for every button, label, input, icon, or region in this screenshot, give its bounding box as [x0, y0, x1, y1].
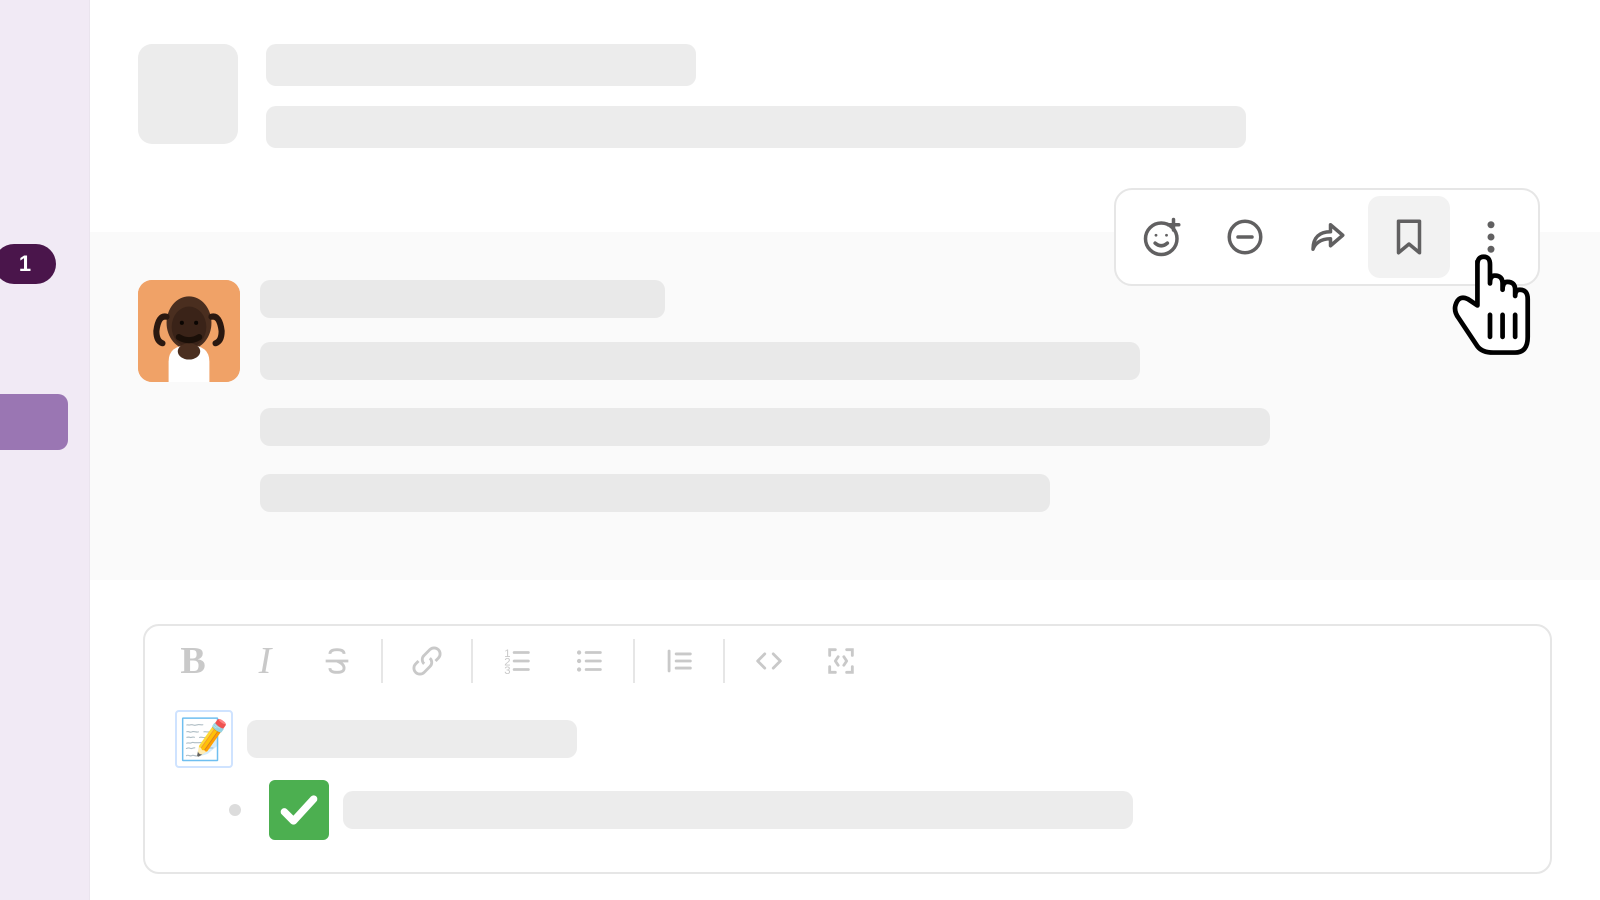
- user-avatar[interactable]: [138, 280, 240, 382]
- text-placeholder: [343, 791, 1133, 829]
- workspace-sidebar[interactable]: 1: [0, 0, 90, 900]
- text-placeholder: [266, 106, 1246, 148]
- save-bookmark-button[interactable]: [1368, 196, 1450, 278]
- notification-badge: 1: [0, 244, 56, 284]
- share-arrow-icon: [1306, 216, 1348, 258]
- speech-bubble-icon: [1224, 216, 1266, 258]
- memo-emoji-icon: 📝: [175, 710, 233, 768]
- text-placeholder: [247, 720, 577, 758]
- ordered-list-button[interactable]: 1 2 3: [481, 633, 553, 689]
- sidebar-active-item[interactable]: [0, 394, 68, 450]
- more-actions-button[interactable]: [1450, 196, 1532, 278]
- bookmark-icon: [1388, 216, 1430, 258]
- code-icon: [752, 644, 786, 678]
- text-placeholder: [260, 408, 1270, 446]
- check-emoji-icon: [269, 780, 329, 840]
- text-placeholder: [260, 280, 665, 318]
- text-placeholder: [260, 342, 1140, 380]
- link-icon: [410, 644, 444, 678]
- avatar-placeholder: [138, 44, 238, 144]
- blockquote-button[interactable]: [643, 633, 715, 689]
- toolbar-divider: [381, 639, 383, 683]
- toolbar-divider: [633, 639, 635, 683]
- message-actions-toolbar: [1114, 188, 1540, 286]
- strikethrough-button[interactable]: [301, 633, 373, 689]
- channel-pane: B I 1 2: [90, 0, 1600, 900]
- link-button[interactable]: [391, 633, 463, 689]
- ordered-list-icon: 1 2 3: [500, 644, 534, 678]
- kebab-icon: [1470, 216, 1512, 258]
- italic-button[interactable]: I: [229, 633, 301, 689]
- toolbar-divider: [471, 639, 473, 683]
- composer-draft-area[interactable]: 📝: [145, 696, 1550, 872]
- bullet-list-icon: [572, 644, 606, 678]
- bold-button[interactable]: B: [157, 633, 229, 689]
- text-placeholder: [260, 474, 1050, 512]
- code-button[interactable]: [733, 633, 805, 689]
- bullet-list-button[interactable]: [553, 633, 625, 689]
- text-placeholder: [266, 44, 696, 86]
- formatting-toolbar: B I 1 2: [145, 626, 1550, 696]
- toolbar-divider: [723, 639, 725, 683]
- reply-thread-button[interactable]: [1204, 196, 1286, 278]
- strikethrough-icon: [320, 644, 354, 678]
- code-block-button[interactable]: [805, 633, 877, 689]
- bullet-marker: [229, 804, 241, 816]
- message-composer[interactable]: B I 1 2: [143, 624, 1552, 874]
- share-message-button[interactable]: [1286, 196, 1368, 278]
- blockquote-icon: [662, 644, 696, 678]
- add-reaction-button[interactable]: [1122, 196, 1204, 278]
- code-block-icon: [824, 644, 858, 678]
- emoji-plus-icon: [1142, 216, 1184, 258]
- svg-text:3: 3: [504, 665, 510, 677]
